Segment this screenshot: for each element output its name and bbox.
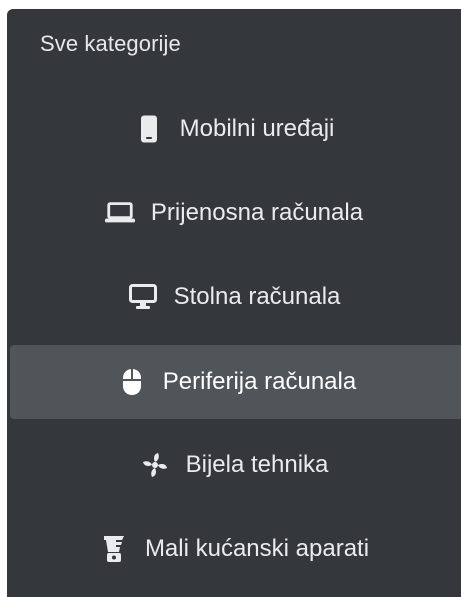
category-label: Mali kućanski aparati	[144, 535, 370, 562]
blender-icon	[99, 534, 129, 564]
category-item-mobile-devices[interactable]: Mobilni uređaji	[7, 87, 461, 171]
category-item-peripherals[interactable]: Periferija računala	[10, 345, 461, 419]
category-label: Mobilni uređaji	[179, 115, 335, 142]
desktop-monitor-icon	[128, 282, 158, 312]
laptop-icon	[104, 198, 135, 228]
mobile-phone-icon	[134, 114, 164, 144]
category-item-desktops[interactable]: Stolna računala	[7, 255, 461, 339]
category-label: Prijenosna računala	[150, 199, 364, 226]
fan-icon	[140, 450, 170, 480]
category-item-small-appliances[interactable]: Mali kućanski aparati	[7, 507, 461, 591]
category-menu: Mobilni uređaji Prijenosna računala Stol…	[7, 87, 461, 591]
computer-mouse-icon	[117, 367, 147, 397]
category-item-white-goods[interactable]: Bijela tehnika	[7, 423, 461, 507]
category-label: Bijela tehnika	[185, 451, 329, 478]
category-item-laptops[interactable]: Prijenosna računala	[7, 171, 461, 255]
all-categories-heading[interactable]: Sve kategorije	[40, 31, 181, 57]
category-label: Stolna računala	[173, 283, 341, 310]
category-label: Periferija računala	[162, 368, 357, 395]
category-sidebar: Sve kategorije Mobilni uređaji Prijenosn…	[7, 9, 461, 597]
